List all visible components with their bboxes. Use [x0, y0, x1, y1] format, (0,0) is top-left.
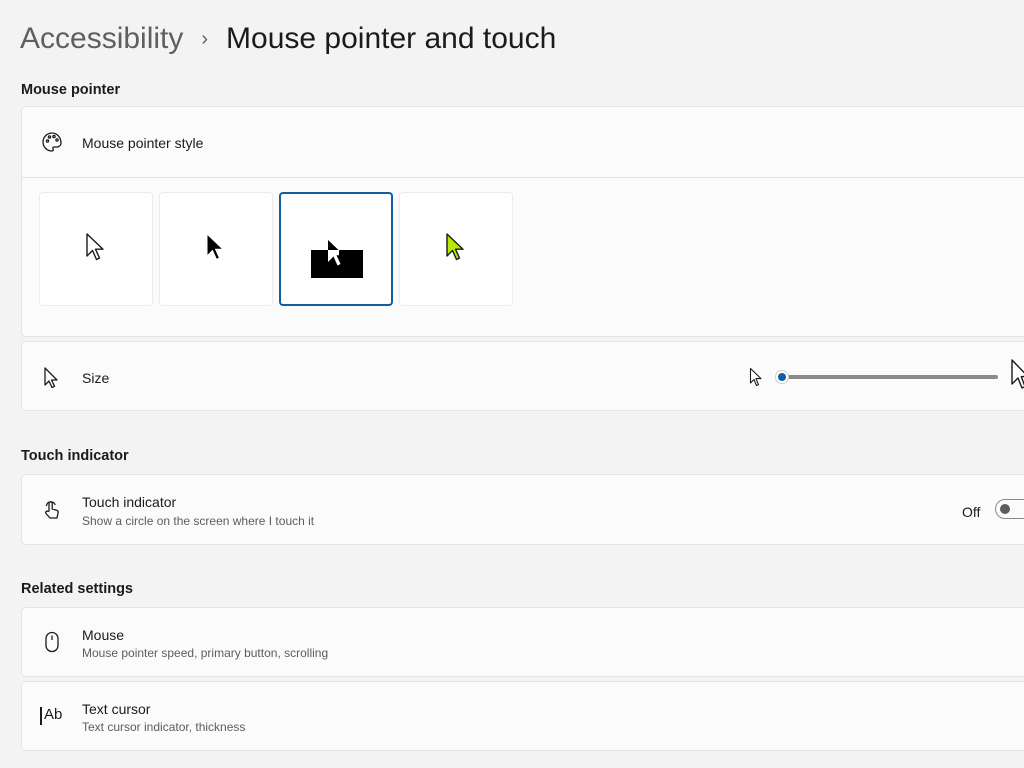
mouse-pointer-style-title: Mouse pointer style: [82, 135, 204, 151]
related-setting-text-cursor[interactable]: Ab Text cursor Text cursor indicator, th…: [21, 681, 1024, 751]
large-pointer-icon: [1010, 358, 1024, 395]
breadcrumb: Accessibility › Mouse pointer and touch: [20, 22, 556, 56]
black-pointer-icon: [205, 232, 227, 267]
divider: [22, 177, 1024, 178]
section-header-related-settings: Related settings: [21, 581, 133, 597]
mouse-pointer-style-card: Mouse pointer style: [21, 106, 1024, 337]
mouse-icon: [40, 630, 64, 654]
touch-icon: [40, 498, 64, 522]
mouse-subtitle: Mouse pointer speed, primary button, scr…: [82, 646, 329, 660]
related-setting-mouse[interactable]: Mouse Mouse pointer speed, primary butto…: [21, 607, 1024, 677]
size-card: Size: [21, 341, 1024, 411]
text-cursor-icon: Ab: [40, 705, 68, 729]
section-header-mouse-pointer: Mouse pointer: [21, 82, 121, 98]
small-pointer-icon: [749, 367, 763, 392]
text-cursor-title: Text cursor: [82, 701, 151, 717]
section-header-touch-indicator: Touch indicator: [21, 448, 129, 464]
size-slider-thumb[interactable]: [775, 370, 789, 384]
pointer-style-inverted-option[interactable]: [279, 192, 393, 306]
size-title: Size: [82, 370, 110, 386]
touch-indicator-subtitle: Show a circle on the screen where I touc…: [82, 514, 315, 528]
text-cursor-subtitle: Text cursor indicator, thickness: [82, 720, 246, 734]
breadcrumb-parent[interactable]: Accessibility: [20, 22, 183, 56]
page-title: Mouse pointer and touch: [226, 22, 557, 55]
pointer-style-black-option[interactable]: [159, 192, 273, 306]
pointer-icon: [40, 365, 64, 389]
touch-indicator-toggle[interactable]: [995, 499, 1024, 519]
touch-indicator-toggle-label: Off: [962, 504, 981, 520]
inverted-pointer-icon: [311, 226, 363, 278]
palette-icon: [40, 130, 64, 154]
mouse-title: Mouse: [82, 627, 125, 643]
white-pointer-icon: [85, 232, 107, 267]
pointer-style-white-option[interactable]: [39, 192, 153, 306]
pointer-style-custom-option[interactable]: [399, 192, 513, 306]
size-slider-track[interactable]: [782, 375, 998, 379]
custom-pointer-icon: [445, 232, 467, 267]
touch-indicator-card: Touch indicator Show a circle on the scr…: [21, 474, 1024, 545]
breadcrumb-separator-icon: ›: [201, 27, 209, 50]
toggle-knob: [1000, 504, 1010, 514]
mouse-pointer-style-header[interactable]: Mouse pointer style: [22, 107, 1024, 177]
touch-indicator-title: Touch indicator: [82, 494, 177, 510]
